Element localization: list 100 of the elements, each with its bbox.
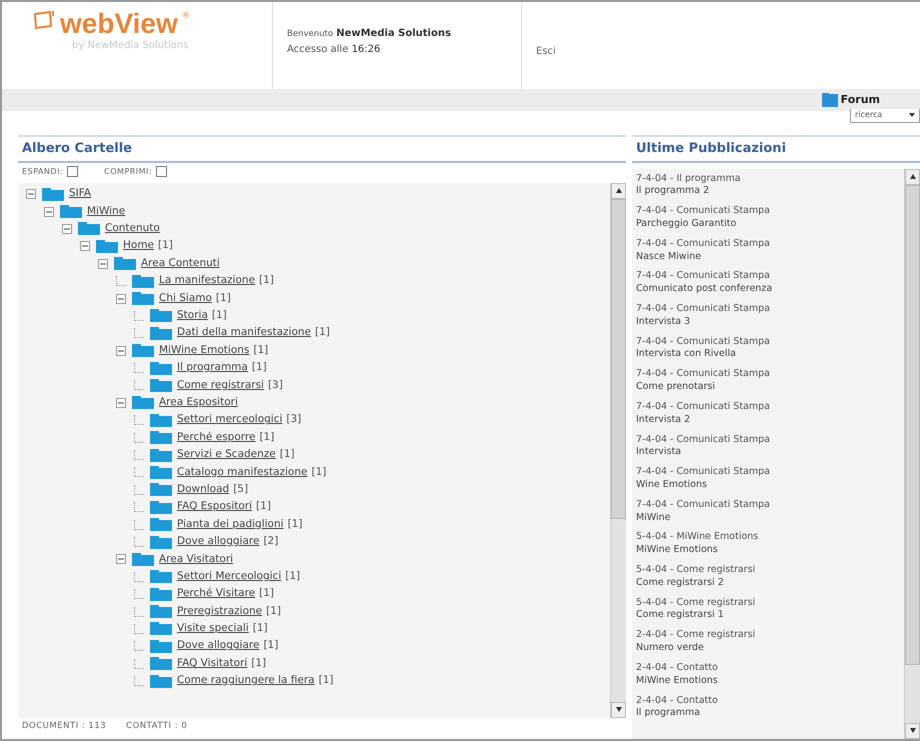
folder-icon [150, 431, 172, 444]
scrollbar[interactable] [610, 182, 626, 718]
folder-icon [150, 362, 172, 375]
folder-icon [150, 605, 172, 618]
registered-mark: ® [182, 10, 190, 22]
publication-subtitle: Wine Emotions [636, 478, 708, 492]
collapse-icon[interactable] [156, 166, 168, 177]
folder-link[interactable]: Settori merceologici [177, 412, 282, 428]
scroll-up-icon[interactable] [910, 174, 916, 178]
publication-link[interactable]: 2-4-04 - Contatto [636, 662, 900, 675]
publication-subtitle: Il programma 2 [636, 185, 710, 198]
exit-link[interactable]: Esci [536, 46, 556, 57]
folder-icon [132, 552, 154, 566]
folder-icon [150, 448, 172, 462]
publication-link[interactable]: 7-4-04 - Il programma [636, 172, 900, 186]
item-count: [1] [259, 430, 274, 445]
item-count: [1] [252, 621, 268, 636]
item-count: [1] [315, 325, 330, 340]
folder-link[interactable]: Area Espositori [159, 395, 238, 411]
publication-link[interactable]: 7-4-04 - Comunicati Stampa [636, 303, 900, 316]
dropdown-arrow-icon[interactable] [909, 113, 915, 117]
publication-link[interactable]: 7-4-04 - Comunicati Stampa [636, 400, 900, 414]
folder-icon [822, 93, 838, 107]
folder-link[interactable]: Preregistrazione [177, 604, 262, 620]
expand-icon[interactable] [67, 166, 78, 177]
item-count: [1] [259, 273, 274, 288]
folder-link[interactable]: Dove alloggiare [177, 638, 260, 654]
item-count: [1] [251, 656, 266, 671]
publication-subtitle: Comunicato post conferenza [636, 283, 774, 296]
publication-link[interactable]: 7-4-04 - Comunicati Stampa [636, 336, 900, 348]
publication-link[interactable]: 7-4-04 - Comunicati Stampa [636, 205, 900, 218]
folder-icon [150, 674, 172, 688]
folder-link[interactable]: Settori Merceologici [177, 568, 282, 585]
publication-link[interactable]: 7-4-04 - Comunicati Stampa [636, 270, 900, 284]
publication-link[interactable]: 2-4-04 - Come registrarsi [636, 629, 900, 642]
folder-link[interactable]: Visite speciali [177, 621, 249, 637]
folder-link[interactable]: Perché Visitare [177, 586, 256, 602]
folder-icon [150, 518, 172, 532]
scroll-up-icon[interactable] [616, 188, 622, 192]
scrollbar[interactable] [904, 168, 920, 739]
folder-link[interactable]: Dove alloggiare [177, 534, 260, 550]
scroll-down-icon[interactable] [616, 707, 622, 712]
forum-link[interactable]: Forum [822, 92, 880, 108]
folder-icon [150, 570, 172, 584]
folder-link[interactable]: FAQ Visitatori [177, 656, 248, 672]
publication-link[interactable]: 7-4-04 - Comunicati Stampa [636, 368, 900, 382]
collapse-toggle-icon[interactable] [116, 398, 126, 408]
folder-link[interactable]: SIFA [69, 186, 92, 202]
publication-link[interactable]: 2-4-04 - Contatto [636, 694, 900, 708]
publication-link[interactable]: 7-4-04 - Comunicati Stampa [636, 498, 900, 512]
collapse-toggle-icon[interactable] [44, 206, 54, 217]
collapse-toggle-icon[interactable] [80, 241, 90, 252]
collapse-toggle-icon[interactable] [62, 224, 72, 234]
publication-link[interactable]: 5-4-04 - Come registrarsi [636, 564, 900, 577]
publication-link[interactable]: 7-4-04 - Comunicati Stampa [636, 434, 900, 446]
folder-icon [150, 414, 172, 427]
publication-link[interactable]: 7-4-04 - Comunicati Stampa [636, 466, 900, 479]
folder-link[interactable]: Perché esporre [177, 430, 256, 446]
item-count: [1] [259, 586, 274, 602]
publication-link[interactable]: 7-4-04 - Comunicati Stampa [636, 238, 900, 251]
collapse-toggle-icon[interactable] [26, 189, 36, 200]
collapse-toggle-icon[interactable] [116, 554, 126, 564]
folder-icon [150, 500, 172, 514]
footer-stat: DOCUMENTI : 113 [22, 720, 106, 733]
publication-link[interactable]: 5-4-04 - Come registrarsi [636, 596, 900, 610]
folder-link[interactable]: Come raggiungere la fiera [177, 673, 315, 689]
publication-subtitle: Come registrarsi 2 [636, 576, 725, 590]
folder-link[interactable]: FAQ Espositori [177, 499, 252, 516]
folder-link[interactable]: Catalogo manifestazione [177, 464, 308, 480]
item-count: [1] [158, 238, 173, 254]
collapse-toggle-icon[interactable] [116, 294, 126, 304]
item-count: [1] [263, 638, 278, 654]
search-select[interactable]: ricerca [850, 109, 920, 123]
folder-link[interactable]: MiWine [87, 204, 126, 220]
folder-link[interactable]: Chi Siamo [159, 290, 212, 306]
collapse-toggle-icon[interactable] [116, 346, 126, 356]
folder-link[interactable]: Download [177, 482, 230, 498]
publication-link[interactable]: 5-4-04 - MiWine Emotions [636, 531, 900, 544]
item-count: [1] [311, 464, 326, 480]
publication-subtitle: Intervista con Rivella [636, 348, 737, 362]
folder-link[interactable]: MiWine Emotions [159, 342, 250, 359]
folder-link[interactable]: Storia [177, 308, 208, 324]
folder-link[interactable]: Area Contenuti [141, 256, 220, 272]
folder-icon [132, 344, 154, 358]
folder-link[interactable]: Servizi e Scadenze [177, 447, 276, 463]
item-count: [1] [212, 308, 227, 324]
publication-subtitle: MiWine Emotions [636, 544, 719, 557]
folder-link[interactable]: La manifestazione [159, 273, 256, 290]
folder-link[interactable]: Dati della manifestazione [177, 325, 312, 342]
folder-link[interactable]: Pianta dei padiglioni [177, 516, 284, 532]
folder-link[interactable]: Come registrarsi [177, 378, 264, 394]
collapse-toggle-icon[interactable] [98, 258, 108, 269]
logo-text: webView [60, 10, 178, 38]
folder-link[interactable]: Home [123, 238, 154, 254]
folder-link[interactable]: Area Visitatori [159, 552, 234, 568]
folder-icon [150, 657, 172, 670]
folder-icon [150, 640, 172, 653]
folder-link[interactable]: Contenuto [105, 221, 160, 237]
folder-link[interactable]: Il programma [177, 360, 248, 376]
scroll-down-icon[interactable] [910, 728, 916, 733]
